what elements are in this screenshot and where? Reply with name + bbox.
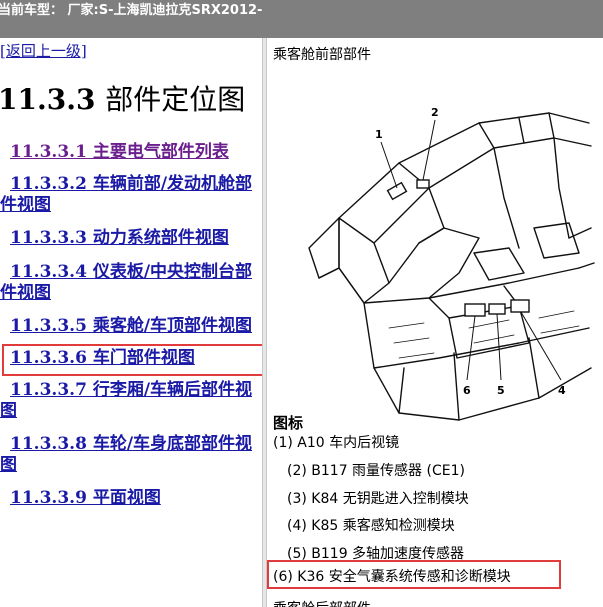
leader-line-1 <box>380 141 398 189</box>
component-rear-view-mirror <box>386 181 408 201</box>
callout-label: 5 <box>497 384 505 397</box>
legend-item: (1) A10 车内后视镜 <box>273 435 400 451</box>
content-pane: 乘客舱前部部件 1 2 6 5 4 图标 (1) A10 车内后视镜 (2) B… <box>267 38 603 607</box>
legend-item: (4) K85 乘客感知检测模块 <box>287 518 455 534</box>
vehicle-info-text: 当前车型： 厂家:S-上海凯迪拉克SRX2012- <box>0 3 263 18</box>
passenger-compartment-diagram: 1 2 6 5 4 <box>308 106 595 421</box>
toc-link-11-3-3-1[interactable]: 11.3.3.1 主要电气部件列表 <box>10 142 260 163</box>
legend-item: (2) B117 雨量传感器 (CE1) <box>287 463 465 479</box>
component-passenger-sensing-module <box>510 299 530 313</box>
rear-pillars <box>493 137 570 249</box>
callout-label: 1 <box>375 128 383 141</box>
vehicle-info-bar: 当前车型： 厂家:S-上海凯迪拉克SRX2012- <box>0 0 603 38</box>
highlight-box-toc <box>2 344 262 376</box>
callout-label: 2 <box>431 106 439 119</box>
component-sdm-module <box>464 303 486 317</box>
back-link[interactable]: [返回上一级] <box>0 40 87 61</box>
a-pillar <box>338 217 390 304</box>
toc-link-11-3-3-9[interactable]: 11.3.3.9 平面视图 <box>10 488 260 509</box>
floor-mid <box>373 327 590 369</box>
leader-line-6 <box>466 315 476 381</box>
next-section-title: 乘客舱后部部件 <box>273 598 371 607</box>
legend-item: (3) K84 无钥匙进入控制模块 <box>287 491 469 507</box>
toc-link-11-3-3-2[interactable]: 11.3.3.2 车辆前部/发动机舱部件视图 <box>0 174 258 216</box>
page-title: 11.3.3 部件定位图 <box>0 78 245 118</box>
section-title: 乘客舱前部部件 <box>273 47 371 63</box>
component-accel-sensor <box>488 303 506 315</box>
highlight-box-legend <box>267 560 561 589</box>
leader-line-4 <box>520 311 562 381</box>
legend-title: 图标 <box>273 414 304 432</box>
callout-label: 6 <box>463 384 471 397</box>
toc-link-11-3-3-8[interactable]: 11.3.3.8 车轮/车身底部部件视图 <box>0 434 258 476</box>
toc-link-11-3-3-5[interactable]: 11.3.3.5 乘客舱/车顶部件视图 <box>10 316 260 337</box>
floor-crossmembers <box>398 337 540 421</box>
component-rain-sensor <box>416 179 430 189</box>
callout-label: 4 <box>558 384 566 397</box>
body-sill <box>318 267 592 421</box>
toc-link-11-3-3-4[interactable]: 11.3.3.4 仪表板/中央控制台部件视图 <box>0 262 258 304</box>
toc-pane: [返回上一级] 11.3.3 部件定位图 11.3.3.1 主要电气部件列表 1… <box>0 38 262 607</box>
toc-link-11-3-3-3[interactable]: 11.3.3.3 动力系统部件视图 <box>10 228 260 249</box>
page-title-number: 11.3.3 <box>0 83 96 116</box>
toc-link-11-3-3-7[interactable]: 11.3.3.7 行李厢/车辆后部件视图 <box>0 380 258 422</box>
page-title-text: 部件定位图 <box>105 83 246 116</box>
